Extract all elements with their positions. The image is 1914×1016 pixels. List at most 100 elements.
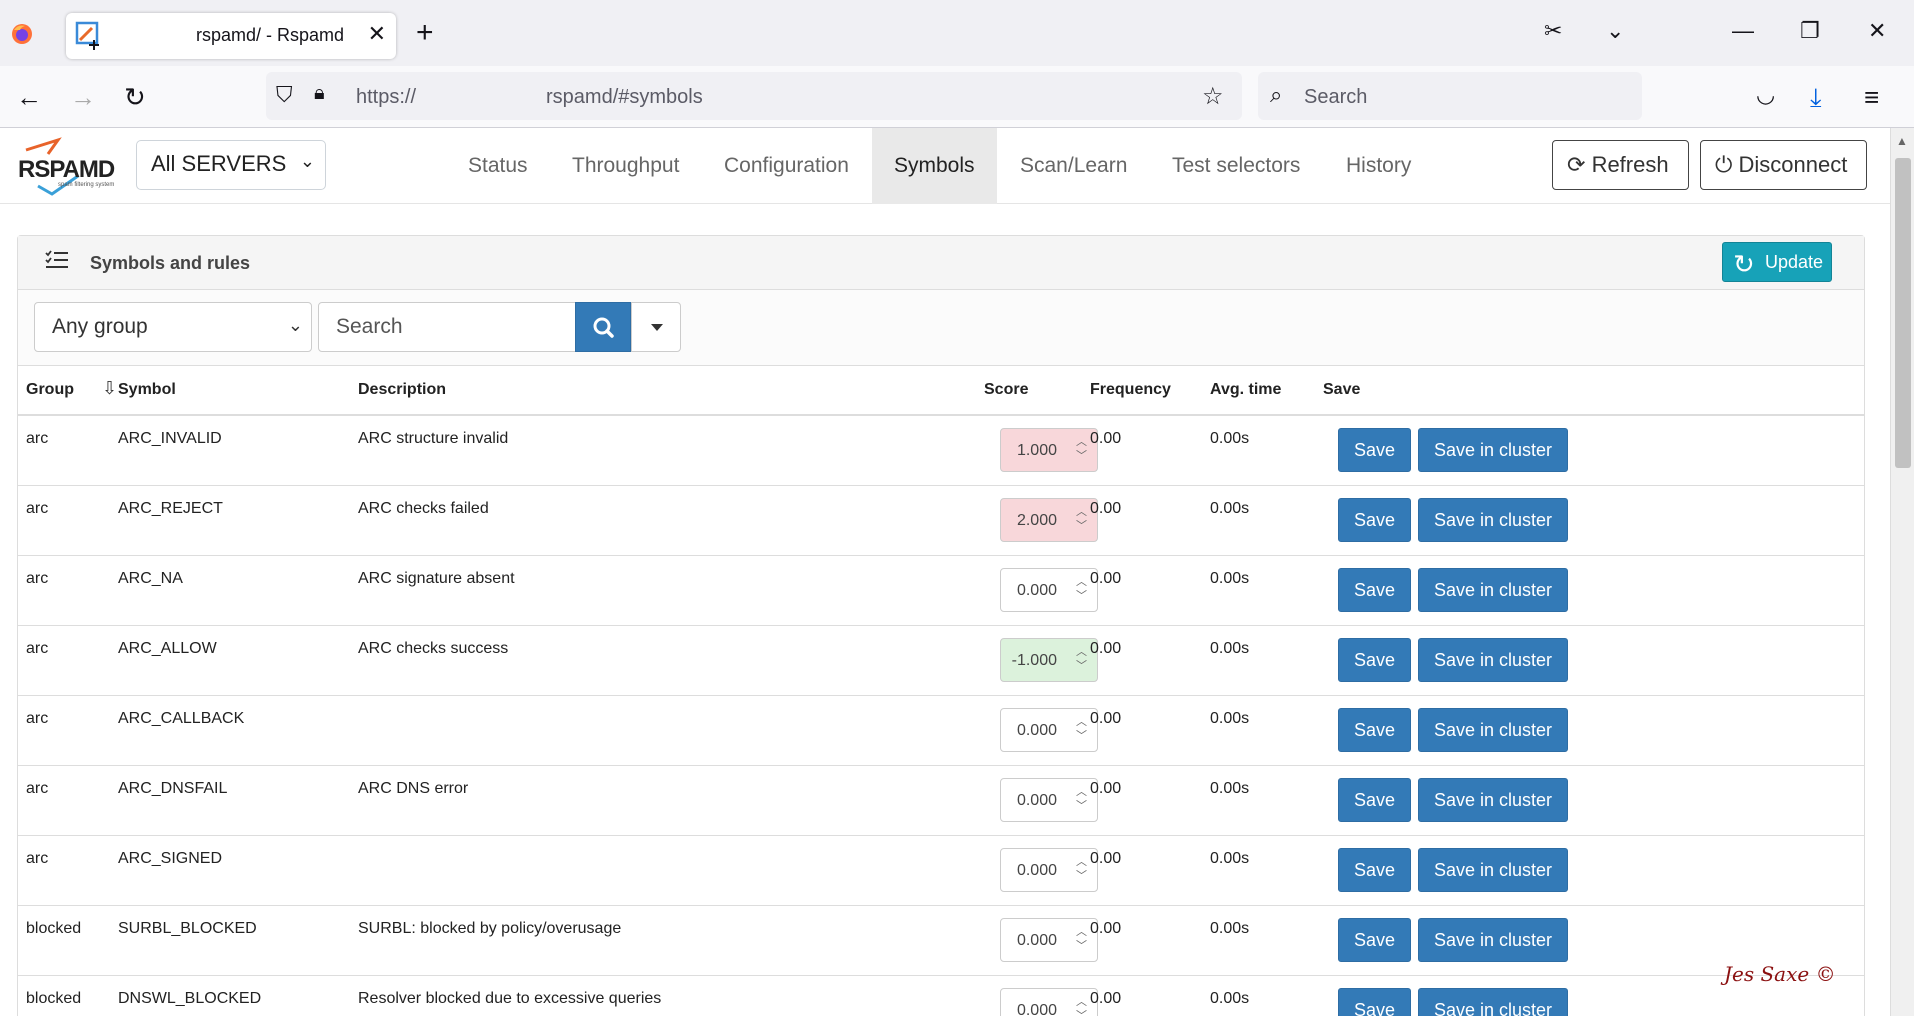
spinner-arrows-icon[interactable]: ︿ ﹀ bbox=[1076, 575, 1087, 603]
back-icon[interactable]: ← bbox=[16, 82, 42, 113]
bookmark-star-icon[interactable]: ☆ bbox=[1202, 82, 1224, 111]
save-button[interactable]: Save bbox=[1338, 848, 1411, 892]
window-close-icon[interactable]: ✕ bbox=[1868, 18, 1886, 44]
nav-test-selectors[interactable]: Test selectors bbox=[1150, 128, 1322, 204]
cell-frequency: 0.00 bbox=[1090, 920, 1122, 937]
score-input[interactable]: -1.000 ︿ ﹀ bbox=[1000, 638, 1098, 682]
cell-avg-time: 0.00s bbox=[1210, 850, 1250, 867]
save-button[interactable]: Save bbox=[1338, 428, 1411, 472]
refresh-button[interactable]: ⟳ Refresh bbox=[1552, 140, 1689, 190]
save-button[interactable]: Save bbox=[1338, 568, 1411, 612]
score-input[interactable]: 0.000 ︿ ﹀ bbox=[1000, 848, 1098, 892]
score-input[interactable]: 0.000 ︿ ﹀ bbox=[1000, 778, 1098, 822]
save-in-cluster-button[interactable]: Save in cluster bbox=[1418, 568, 1568, 612]
url-bar[interactable]: ⛉ 🔒︎ https:// rspamd/#symbols ☆ bbox=[266, 72, 1242, 120]
spinner-arrows-icon[interactable]: ︿ ﹀ bbox=[1076, 785, 1087, 813]
search-options-dropdown[interactable] bbox=[631, 302, 681, 352]
save-button[interactable]: Save bbox=[1338, 778, 1411, 822]
column-avg-time[interactable]: Avg. time bbox=[1210, 381, 1281, 399]
tab-close-icon[interactable]: ✕ bbox=[368, 21, 386, 47]
score-input[interactable]: 0.000 ︿ ﹀ bbox=[1000, 708, 1098, 752]
save-button[interactable]: Save bbox=[1338, 918, 1411, 962]
column-frequency[interactable]: Frequency bbox=[1090, 381, 1171, 399]
nav-history[interactable]: History bbox=[1324, 128, 1433, 204]
nav-scan-learn[interactable]: Scan/Learn bbox=[998, 128, 1149, 204]
cell-avg-time: 0.00s bbox=[1210, 570, 1250, 587]
save-in-cluster-button[interactable]: Save in cluster bbox=[1418, 498, 1568, 542]
score-input[interactable]: 0.000 ︿ ﹀ bbox=[1000, 568, 1098, 612]
chevron-down-icon: ⌄ bbox=[287, 315, 303, 335]
power-icon: ⏻ bbox=[1715, 152, 1733, 177]
shield-icon[interactable]: ⛉ bbox=[276, 82, 293, 108]
score-input[interactable]: 1.000 ︿ ﹀ bbox=[1000, 428, 1098, 472]
downloads-icon[interactable]: ⤓ bbox=[1810, 82, 1822, 114]
nav-configuration[interactable]: Configuration bbox=[702, 128, 871, 204]
table-row: blocked SURBL_BLOCKED SURBL: blocked by po… bbox=[18, 906, 1864, 976]
cell-frequency: 0.00 bbox=[1090, 640, 1122, 657]
browser-search-bar[interactable]: ⌕ Search bbox=[1258, 72, 1642, 120]
cell-symbol: ARC_NA bbox=[118, 570, 183, 587]
spinner-arrows-icon[interactable]: ︿ ﹀ bbox=[1076, 995, 1087, 1016]
nav-symbols[interactable]: Symbols bbox=[872, 128, 997, 204]
firefox-logo-icon[interactable] bbox=[10, 22, 34, 46]
column-score[interactable]: Score bbox=[984, 381, 1028, 399]
save-button[interactable]: Save bbox=[1338, 638, 1411, 682]
cell-frequency: 0.00 bbox=[1090, 780, 1122, 797]
spinner-arrows-icon[interactable]: ︿ ﹀ bbox=[1076, 925, 1087, 953]
menu-icon[interactable]: ≡ bbox=[1864, 82, 1879, 113]
pocket-icon[interactable]: ◡ bbox=[1756, 82, 1775, 108]
save-in-cluster-button[interactable]: Save in cluster bbox=[1418, 848, 1568, 892]
group-filter-select[interactable]: Any group ⌄ bbox=[34, 302, 312, 352]
save-button[interactable]: Save bbox=[1338, 988, 1411, 1016]
score-value: -1.000 bbox=[1011, 652, 1057, 669]
search-button[interactable] bbox=[575, 302, 631, 352]
list-all-tabs-icon[interactable]: ⌄ bbox=[1606, 18, 1624, 44]
lock-icon[interactable]: 🔒︎ bbox=[314, 82, 325, 105]
symbol-search-input[interactable]: Search bbox=[318, 302, 576, 352]
scrollbar-thumb[interactable] bbox=[1895, 158, 1911, 468]
save-in-cluster-button[interactable]: Save in cluster bbox=[1418, 638, 1568, 682]
column-symbol[interactable]: Symbol bbox=[118, 381, 176, 399]
score-value: 0.000 bbox=[1016, 582, 1057, 599]
spinner-arrows-icon[interactable]: ︿ ﹀ bbox=[1076, 855, 1087, 883]
spinner-arrows-icon[interactable]: ︿ ﹀ bbox=[1076, 435, 1087, 463]
save-in-cluster-button[interactable]: Save in cluster bbox=[1418, 428, 1568, 472]
page-scrollbar[interactable]: ▲ bbox=[1890, 128, 1914, 1016]
score-input[interactable]: 0.000 ︿ ﹀ bbox=[1000, 918, 1098, 962]
nav-throughput[interactable]: Throughput bbox=[550, 128, 701, 204]
save-in-cluster-button[interactable]: Save in cluster bbox=[1418, 918, 1568, 962]
sort-descending-icon[interactable]: ⇩ bbox=[102, 378, 117, 399]
list-check-icon bbox=[45, 250, 68, 268]
cell-group: blocked bbox=[26, 990, 82, 1007]
disconnect-button[interactable]: ⏻ Disconnect bbox=[1700, 140, 1867, 190]
forward-icon[interactable]: → bbox=[70, 82, 96, 113]
scroll-up-icon[interactable]: ▲ bbox=[1896, 134, 1908, 148]
browser-tab-active[interactable]: rspamd/ - Rspamd ✕ bbox=[66, 13, 396, 59]
save-button[interactable]: Save bbox=[1338, 708, 1411, 752]
server-select[interactable]: All SERVERS ⌄ bbox=[136, 140, 326, 190]
restore-icon[interactable]: ❐ bbox=[1800, 18, 1820, 44]
spinner-arrows-icon[interactable]: ︿ ﹀ bbox=[1076, 505, 1087, 533]
score-input[interactable]: 0.000 ︿ ﹀ bbox=[1000, 988, 1098, 1016]
nav-status[interactable]: Status bbox=[446, 128, 550, 204]
minimize-icon[interactable]: — bbox=[1732, 18, 1754, 44]
column-description[interactable]: Description bbox=[358, 381, 446, 399]
save-in-cluster-button[interactable]: Save in cluster bbox=[1418, 708, 1568, 752]
screenshot-icon[interactable]: ✂ bbox=[1544, 18, 1562, 44]
spinner-arrows-icon[interactable]: ︿ ﹀ bbox=[1076, 715, 1087, 743]
score-input[interactable]: 2.000 ︿ ﹀ bbox=[1000, 498, 1098, 542]
table-row: arc ARC_ALLOW ARC checks success -1.000 ︿ ﹀ 0.… bbox=[18, 626, 1864, 696]
table-row: arc ARC_REJECT ARC checks failed 2.000 ︿ ﹀ 0.0… bbox=[18, 486, 1864, 556]
new-tab-icon[interactable]: + bbox=[416, 16, 434, 50]
save-in-cluster-button[interactable]: Save in cluster bbox=[1418, 988, 1568, 1016]
filter-bar: Any group ⌄ Search bbox=[18, 290, 1864, 366]
cell-frequency: 0.00 bbox=[1090, 990, 1122, 1007]
save-in-cluster-button[interactable]: Save in cluster bbox=[1418, 778, 1568, 822]
update-button[interactable]: ↻ Update bbox=[1722, 242, 1832, 282]
score-value: 1.000 bbox=[1016, 442, 1057, 459]
save-button[interactable]: Save bbox=[1338, 498, 1411, 542]
spinner-arrows-icon[interactable]: ︿ ﹀ bbox=[1076, 645, 1087, 673]
rspamd-logo[interactable]: RSPAMD spam filtering system bbox=[18, 136, 118, 196]
column-group[interactable]: Group bbox=[26, 381, 74, 399]
reload-icon[interactable]: ↻ bbox=[124, 82, 146, 113]
